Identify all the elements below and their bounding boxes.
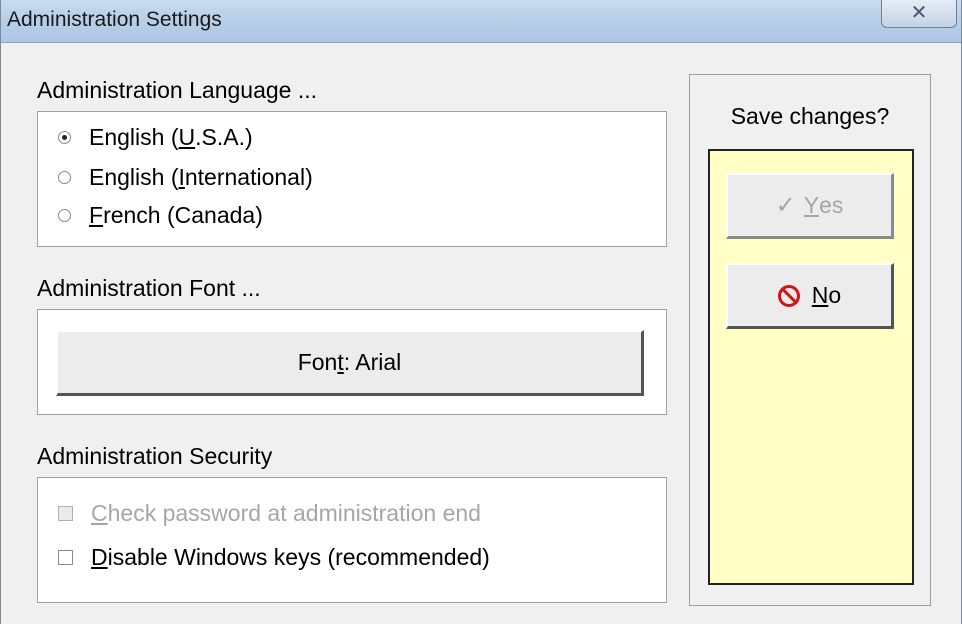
security-group: Check password at administration end Dis… (37, 477, 667, 603)
font-button[interactable]: Fon t: Arial (56, 330, 644, 396)
title-bar[interactable]: Administration Settings ✕ (1, 0, 961, 43)
radio-label-english-international: English (International) (89, 164, 313, 190)
no-accel: N (811, 282, 829, 308)
check-password-label: Check password at administration end (91, 500, 481, 526)
security-heading: Administration Security (37, 443, 273, 469)
disable-windows-keys-checkbox[interactable]: Disable Windows keys (recommended) (58, 544, 490, 571)
font-button-label: Fon (297, 349, 338, 375)
yes-label: es (819, 192, 844, 218)
language-heading: Administration Language ... (37, 77, 318, 103)
radio-button[interactable] (58, 171, 71, 184)
radio-english-international[interactable]: English (International) (58, 164, 313, 191)
yes-accel: Y (803, 192, 820, 218)
font-button-value: : Arial (343, 349, 402, 375)
yes-button[interactable]: ✓ Yes (726, 173, 894, 239)
checkbox[interactable] (58, 550, 73, 565)
close-icon: ✕ (910, 2, 928, 24)
admin-settings-window: Administration Settings ✕ Administration… (0, 0, 962, 624)
radio-label-french-canada: French (Canada) (89, 202, 263, 228)
radio-button-selected[interactable] (58, 131, 71, 144)
disable-windows-keys-label: Disable Windows keys (recommended) (91, 544, 490, 570)
no-button[interactable]: No (726, 263, 894, 329)
save-changes-question: Save changes? (730, 103, 890, 129)
check-password-checkbox[interactable]: Check password at administration end (58, 500, 481, 527)
language-group: English (U.S.A.) English (International)… (37, 111, 667, 247)
no-label: o (828, 282, 842, 308)
font-heading: Administration Font ... (37, 275, 261, 301)
window-title: Administration Settings (7, 8, 222, 31)
prohibited-icon (777, 284, 800, 307)
save-panel: ✓ Yes No (708, 149, 914, 585)
radio-french-canada[interactable]: French (Canada) (58, 202, 263, 229)
dialog-content: Administration Language ... English (U.S… (1, 43, 961, 624)
radio-label-english-usa: English (U.S.A.) (89, 124, 253, 150)
checkbox-disabled[interactable] (58, 506, 73, 521)
checkmark-icon: ✓ (775, 192, 796, 219)
radio-button[interactable] (58, 209, 71, 222)
font-group: Fon t: Arial (37, 309, 667, 415)
close-button[interactable]: ✕ (881, 0, 957, 28)
save-changes-frame: Save changes? ✓ Yes No (689, 74, 931, 606)
radio-english-usa[interactable]: English (U.S.A.) (58, 124, 253, 151)
